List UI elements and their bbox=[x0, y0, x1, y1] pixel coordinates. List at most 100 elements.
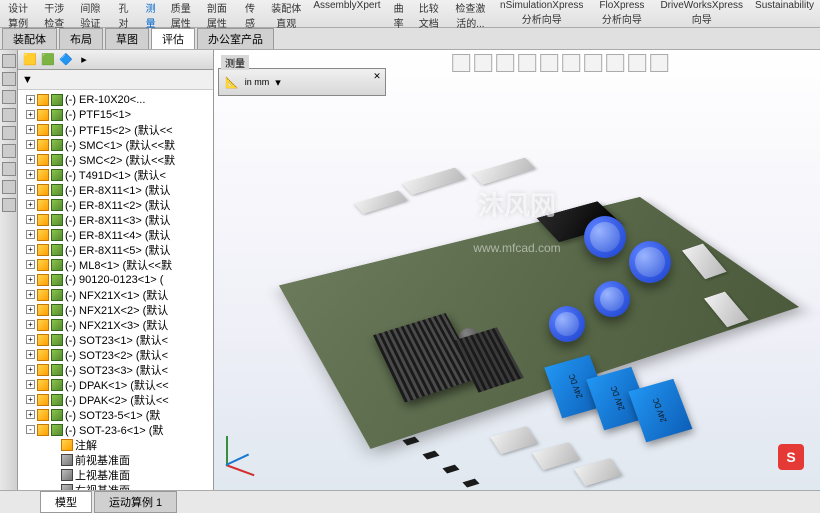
command-tab[interactable]: 办公室产品 bbox=[197, 28, 274, 49]
feature-tree[interactable]: +(-) ER-10X20<...+(-) PTF15<1>+(-) PTF15… bbox=[18, 90, 213, 490]
expand-icon[interactable]: + bbox=[26, 200, 35, 209]
tool-icon[interactable] bbox=[2, 90, 16, 104]
tree-node[interactable]: +(-) ER-8X11<1> (默认 bbox=[20, 182, 211, 197]
render-icon[interactable] bbox=[650, 54, 668, 72]
expand-icon[interactable]: + bbox=[26, 365, 35, 374]
command-tab[interactable]: 布局 bbox=[59, 28, 103, 49]
expand-icon[interactable]: + bbox=[26, 335, 35, 344]
expand-icon[interactable]: + bbox=[26, 230, 35, 239]
ribbon-button[interactable]: 曲率 bbox=[387, 0, 411, 30]
tree-node[interactable]: +(-) ER-8X11<3> (默认 bbox=[20, 212, 211, 227]
ribbon-button[interactable]: nSimulationXpress 分析向导 bbox=[494, 0, 589, 26]
command-tab[interactable]: 装配体 bbox=[2, 28, 57, 49]
command-tab[interactable]: 评估 bbox=[151, 28, 195, 49]
tree-subnode[interactable]: 右视基准面 bbox=[20, 482, 211, 490]
expand-icon[interactable]: + bbox=[26, 290, 35, 299]
tree-node[interactable]: +(-) SMC<2> (默认<<默 bbox=[20, 152, 211, 167]
expand-icon[interactable]: + bbox=[26, 215, 35, 224]
zoom-area-icon[interactable] bbox=[474, 54, 492, 72]
ribbon-button[interactable]: 质量属性 bbox=[163, 0, 199, 30]
tree-node[interactable]: +(-) DPAK<1> (默认<< bbox=[20, 377, 211, 392]
ribbon-button[interactable]: 装配体直观 bbox=[265, 0, 307, 30]
expand-icon[interactable]: + bbox=[26, 170, 35, 179]
section-icon[interactable] bbox=[518, 54, 536, 72]
tool-icon[interactable] bbox=[2, 180, 16, 194]
tree-node[interactable]: -(-) SOT-23-6<1> (默 bbox=[20, 422, 211, 437]
ribbon-button[interactable]: FloXpress 分析向导 bbox=[589, 0, 654, 26]
tree-node[interactable]: +(-) ER-8X11<2> (默认 bbox=[20, 197, 211, 212]
expand-icon[interactable]: - bbox=[26, 425, 35, 434]
expand-icon[interactable]: + bbox=[26, 320, 35, 329]
tree-node[interactable]: +(-) ER-8X11<4> (默认 bbox=[20, 227, 211, 242]
tool-icon[interactable] bbox=[2, 126, 16, 140]
expand-icon[interactable]: + bbox=[26, 410, 35, 419]
close-icon[interactable]: ✕ bbox=[371, 71, 383, 83]
view-orient-icon[interactable] bbox=[540, 54, 558, 72]
ribbon-button[interactable]: DriveWorksXpress 向导 bbox=[654, 0, 749, 26]
expand-icon[interactable]: + bbox=[26, 140, 35, 149]
expand-icon[interactable]: + bbox=[26, 275, 35, 284]
measure-icon[interactable]: 📐 bbox=[225, 76, 239, 89]
expand-icon[interactable]: + bbox=[26, 395, 35, 404]
scene-icon[interactable] bbox=[606, 54, 624, 72]
ribbon-button[interactable]: 检查激活的... bbox=[447, 0, 494, 30]
tree-node[interactable]: +(-) NFX21X<3> (默认 bbox=[20, 317, 211, 332]
viewport-3d[interactable]: 测量 📐 in mm ▾ ✕ 沐风网 www.mfcad.com bbox=[214, 50, 820, 490]
tree-node[interactable]: +(-) PTF15<1> bbox=[20, 107, 211, 122]
tree-node[interactable]: +(-) SOT23<3> (默认< bbox=[20, 362, 211, 377]
tree-node[interactable]: +(-) PTF15<2> (默认<< bbox=[20, 122, 211, 137]
measure-toolbar[interactable]: 测量 📐 in mm ▾ ✕ bbox=[218, 68, 386, 96]
prev-view-icon[interactable] bbox=[496, 54, 514, 72]
appearance-icon[interactable] bbox=[628, 54, 646, 72]
zoom-fit-icon[interactable] bbox=[452, 54, 470, 72]
ribbon-button[interactable]: 比较文档 bbox=[411, 0, 447, 30]
tree-node[interactable]: +(-) 90120-0123<1> ( bbox=[20, 272, 211, 287]
expand-icon[interactable]: + bbox=[26, 95, 35, 104]
tree-node[interactable]: +(-) T491D<1> (默认< bbox=[20, 167, 211, 182]
expand-icon[interactable]: + bbox=[26, 245, 35, 254]
tree-subnode[interactable]: 前视基准面 bbox=[20, 452, 211, 467]
bottom-tab[interactable]: 运动算例 1 bbox=[94, 491, 177, 513]
tree-node[interactable]: +(-) SMC<1> (默认<<默 bbox=[20, 137, 211, 152]
panel-tab-display-icon[interactable]: 🔷 bbox=[58, 52, 74, 68]
ribbon-button[interactable]: Sustainability bbox=[749, 0, 820, 11]
expand-icon[interactable]: + bbox=[26, 260, 35, 269]
panel-tab-config-icon[interactable]: 🟩 bbox=[40, 52, 56, 68]
filter-icon[interactable]: ▼ bbox=[22, 74, 33, 86]
command-tab[interactable]: 草图 bbox=[105, 28, 149, 49]
tool-icon[interactable] bbox=[2, 108, 16, 122]
tool-icon[interactable] bbox=[2, 72, 16, 86]
hide-show-icon[interactable] bbox=[584, 54, 602, 72]
tree-node[interactable]: +(-) ER-8X11<5> (默认 bbox=[20, 242, 211, 257]
expand-icon[interactable]: + bbox=[26, 350, 35, 359]
expand-icon[interactable]: + bbox=[26, 155, 35, 164]
tool-icon[interactable] bbox=[2, 144, 16, 158]
expand-icon[interactable]: + bbox=[26, 380, 35, 389]
tree-subnode[interactable]: 上视基准面 bbox=[20, 467, 211, 482]
ribbon-button[interactable]: 干涉检查 bbox=[36, 0, 72, 30]
panel-tab-assembly-icon[interactable]: 🟨 bbox=[22, 52, 38, 68]
tool-icon[interactable] bbox=[2, 198, 16, 212]
tree-node[interactable]: +(-) SOT23<1> (默认< bbox=[20, 332, 211, 347]
tree-node[interactable]: +(-) NFX21X<1> (默认 bbox=[20, 287, 211, 302]
panel-tab-more-icon[interactable]: ▸ bbox=[76, 52, 92, 68]
ribbon-button[interactable]: 设计算例 bbox=[0, 0, 36, 30]
ribbon-button[interactable]: AssemblyXpert bbox=[307, 0, 386, 11]
ribbon-button[interactable]: 间隙验证 bbox=[72, 0, 108, 30]
ribbon-button[interactable]: 测量 bbox=[139, 0, 163, 30]
display-style-icon[interactable] bbox=[562, 54, 580, 72]
tree-node[interactable]: +(-) SOT23-5<1> (默 bbox=[20, 407, 211, 422]
expand-icon[interactable]: + bbox=[26, 305, 35, 314]
expand-icon[interactable]: + bbox=[26, 110, 35, 119]
tree-node[interactable]: +(-) SOT23<2> (默认< bbox=[20, 347, 211, 362]
tool-icon[interactable] bbox=[2, 162, 16, 176]
expand-icon[interactable]: + bbox=[26, 125, 35, 134]
tree-node[interactable]: +(-) ER-10X20<... bbox=[20, 92, 211, 107]
measure-unit[interactable]: in mm bbox=[245, 77, 270, 87]
ribbon-button[interactable]: 剖面属性 bbox=[199, 0, 235, 30]
tool-icon[interactable] bbox=[2, 54, 16, 68]
tree-node[interactable]: +(-) ML8<1> (默认<<默 bbox=[20, 257, 211, 272]
tree-subnode[interactable]: 注解 bbox=[20, 437, 211, 452]
tree-node[interactable]: +(-) DPAK<2> (默认<< bbox=[20, 392, 211, 407]
tree-node[interactable]: +(-) NFX21X<2> (默认 bbox=[20, 302, 211, 317]
